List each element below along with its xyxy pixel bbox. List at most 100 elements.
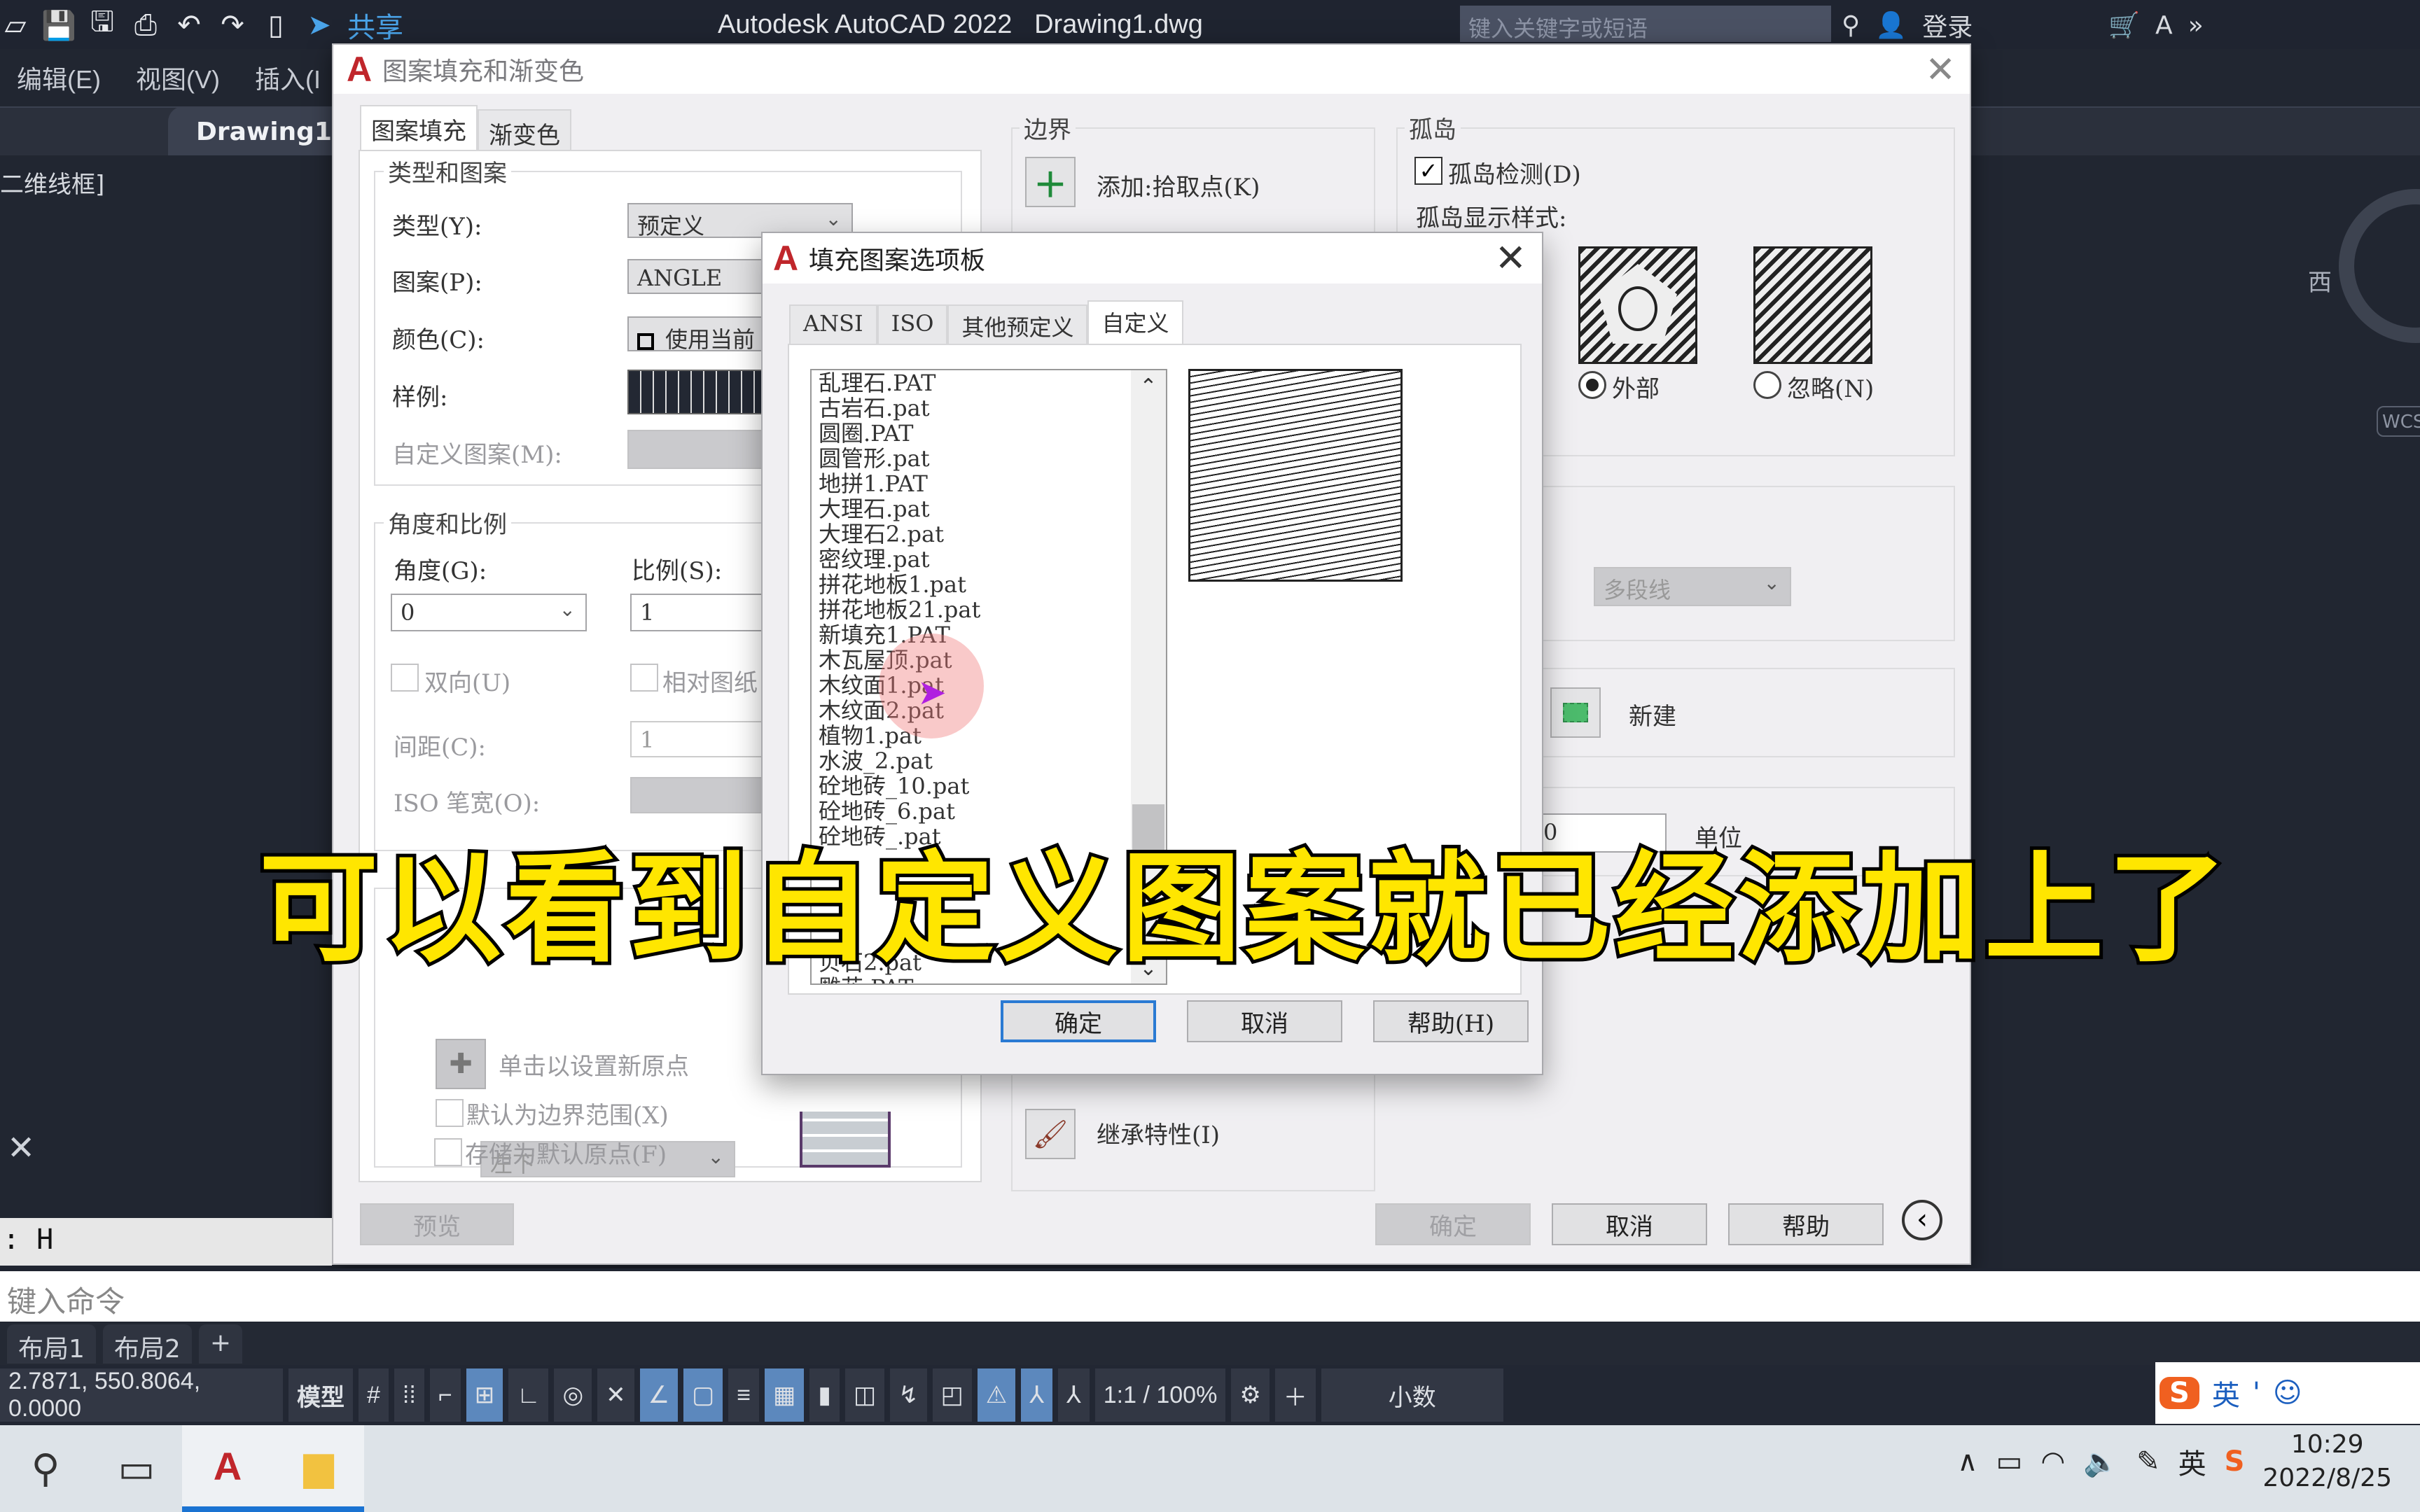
- snap-icon[interactable]: ⁞⁞: [394, 1368, 424, 1422]
- menu-insert[interactable]: 插入(I: [255, 59, 321, 96]
- share-icon[interactable]: ➤: [304, 9, 335, 41]
- palette-help-button[interactable]: 帮助(H): [1373, 1000, 1529, 1042]
- pattern-list-item[interactable]: 地拼1.PAT: [812, 471, 1166, 496]
- object-snap-tracking-icon[interactable]: ∠: [639, 1368, 679, 1422]
- pattern-list-item[interactable]: 木瓦屋顶.pat: [812, 648, 1166, 673]
- help-button[interactable]: 帮助: [1728, 1203, 1884, 1245]
- save-icon[interactable]: 💾: [41, 10, 76, 42]
- annotation-scale-readout[interactable]: 1:1 / 100%: [1094, 1368, 1226, 1422]
- 3d-osnap-icon[interactable]: ◫: [844, 1368, 885, 1422]
- pattern-list-item[interactable]: 圆管形.pat: [812, 446, 1166, 471]
- inherit-properties-button[interactable]: 🖌: [1025, 1109, 1076, 1159]
- wcs-menu[interactable]: WCS: [2377, 406, 2420, 437]
- palette-close-button[interactable]: ✕: [1495, 236, 1527, 280]
- pattern-list-item[interactable]: 水波_2.pat: [812, 748, 1166, 774]
- print-icon[interactable]: ⎙: [130, 9, 161, 41]
- menu-edit[interactable]: 编辑(E): [17, 59, 101, 96]
- pattern-list-item[interactable]: 古岩石.pat: [812, 396, 1166, 421]
- emoji-icon[interactable]: ☺: [2273, 1377, 2302, 1409]
- viewcube[interactable]: [2339, 189, 2420, 343]
- wifi-icon[interactable]: ◠: [2040, 1446, 2065, 1478]
- tab-custom[interactable]: 自定义: [1087, 300, 1183, 344]
- dynamic-input-icon[interactable]: ⊞: [466, 1368, 503, 1422]
- redo-icon[interactable]: ↷: [217, 9, 248, 41]
- add-pick-point-button[interactable]: ＋: [1025, 157, 1076, 207]
- menu-view[interactable]: 视图(V): [136, 59, 220, 96]
- expand-icon[interactable]: »: [2188, 11, 2204, 40]
- pattern-list-item[interactable]: 密纹理.pat: [812, 547, 1166, 572]
- cancel-button[interactable]: 取消: [1552, 1203, 1707, 1245]
- scroll-up-icon[interactable]: ⌃: [1131, 370, 1166, 399]
- help-search-input[interactable]: 键入关键字或短语: [1460, 6, 1831, 42]
- tab-gradient[interactable]: 渐变色: [478, 109, 571, 151]
- pattern-list-item[interactable]: 大理石2.pat: [812, 522, 1166, 547]
- battery-icon[interactable]: ▭: [1996, 1446, 2023, 1478]
- pattern-list-item[interactable]: 砼地砖_10.pat: [812, 774, 1166, 799]
- new-sheet-icon[interactable]: ▯: [260, 9, 291, 41]
- grid-icon[interactable]: #: [359, 1368, 389, 1422]
- gizmo-icon[interactable]: ◰: [932, 1368, 972, 1422]
- default-extents-checkbox[interactable]: [436, 1099, 464, 1127]
- auto-scale-icon[interactable]: ⅄: [1057, 1368, 1090, 1422]
- ok-button[interactable]: 确定: [1375, 1203, 1531, 1245]
- isodraft-icon[interactable]: ✕: [597, 1368, 634, 1422]
- angle-select[interactable]: 0 ⌄: [391, 594, 587, 631]
- annotation-monitor-icon[interactable]: ＋: [1274, 1368, 1316, 1422]
- sogou-logo-icon[interactable]: S: [2160, 1377, 2199, 1409]
- infer-constraints-icon[interactable]: ⌐: [429, 1368, 461, 1422]
- add-layout-button[interactable]: +: [198, 1324, 242, 1364]
- ime-language[interactable]: 英: [2212, 1373, 2240, 1413]
- selection-cycling-icon[interactable]: ▮: [809, 1368, 840, 1422]
- pattern-list-item[interactable]: 大理石.pat: [812, 496, 1166, 522]
- autodesk-icon[interactable]: A: [2155, 11, 2173, 40]
- tray-overflow-icon[interactable]: ∧: [1957, 1446, 1977, 1478]
- collapse-options-button[interactable]: ‹: [1902, 1200, 1942, 1240]
- annotation-scale-icon[interactable]: ⅄: [1021, 1368, 1052, 1422]
- pattern-list-item[interactable]: 圆圈.PAT: [812, 421, 1166, 446]
- island-detection-checkbox[interactable]: ✓: [1414, 157, 1442, 185]
- pen-icon[interactable]: ✎: [2136, 1446, 2160, 1478]
- annotation-visibility-icon[interactable]: ⚠: [977, 1368, 1016, 1422]
- pattern-list-item[interactable]: 木纹面2.pat: [812, 698, 1166, 723]
- share-label[interactable]: 共享: [347, 5, 403, 46]
- object-snap-icon[interactable]: ▢: [683, 1368, 723, 1422]
- user-icon[interactable]: 👤: [1875, 10, 1907, 40]
- tab-layout2[interactable]: 布局2: [102, 1324, 192, 1364]
- lineweight-icon[interactable]: ≡: [728, 1368, 760, 1422]
- relative-paper-checkbox[interactable]: [630, 664, 658, 692]
- palette-cancel-button[interactable]: 取消: [1187, 1000, 1342, 1042]
- tab-other-predefined[interactable]: 其他预定义: [947, 304, 1088, 344]
- coordinates-readout[interactable]: 2.7871, 550.8064, 0.0000: [0, 1368, 283, 1422]
- command-input[interactable]: 键入命令: [0, 1268, 2420, 1322]
- pattern-list-item[interactable]: 乱理石.PAT: [812, 370, 1166, 396]
- pattern-list-item[interactable]: 植物1.pat: [812, 723, 1166, 748]
- tab-ansi[interactable]: ANSI: [789, 304, 877, 344]
- volume-icon[interactable]: 🔈: [2083, 1446, 2118, 1478]
- search-icon[interactable]: ⚲: [0, 1425, 91, 1512]
- dialog-close-button[interactable]: ✕: [1925, 49, 1956, 91]
- taskbar-autocad[interactable]: A: [182, 1425, 273, 1512]
- island-ignore-preview[interactable]: [1753, 246, 1872, 364]
- login-link[interactable]: 登录: [1922, 7, 1973, 43]
- set-origin-button[interactable]: ✚: [436, 1039, 486, 1089]
- store-default-origin-checkbox[interactable]: [434, 1138, 462, 1166]
- transparency-icon[interactable]: ▦: [765, 1368, 805, 1422]
- double-checkbox[interactable]: [391, 664, 419, 692]
- save-as-icon[interactable]: 🖫: [87, 6, 118, 41]
- taskbar-file-explorer[interactable]: ▆: [273, 1425, 364, 1512]
- workspace-gear-icon[interactable]: ⚙: [1231, 1368, 1270, 1422]
- punctuation-icon[interactable]: ': [2253, 1377, 2260, 1409]
- model-space-button[interactable]: 模型: [288, 1368, 353, 1422]
- clock[interactable]: 10:29 2022/8/25: [2262, 1428, 2392, 1495]
- ucs-icon[interactable]: ↯: [890, 1368, 927, 1422]
- island-outer-radio[interactable]: [1578, 371, 1606, 399]
- viewport-style-label[interactable]: 二维线框]: [0, 165, 104, 200]
- island-ignore-radio[interactable]: [1753, 371, 1781, 399]
- close-icon[interactable]: ✕: [7, 1128, 35, 1168]
- palette-ok-button[interactable]: 确定: [1001, 1000, 1156, 1042]
- ortho-icon[interactable]: ∟: [508, 1368, 549, 1422]
- pattern-list-item[interactable]: 新填充1.PAT: [812, 622, 1166, 648]
- new-boundary-set-button[interactable]: [1550, 687, 1601, 738]
- pattern-list-item[interactable]: 拼花地板21.pat: [812, 597, 1166, 622]
- polar-icon[interactable]: ◎: [554, 1368, 592, 1422]
